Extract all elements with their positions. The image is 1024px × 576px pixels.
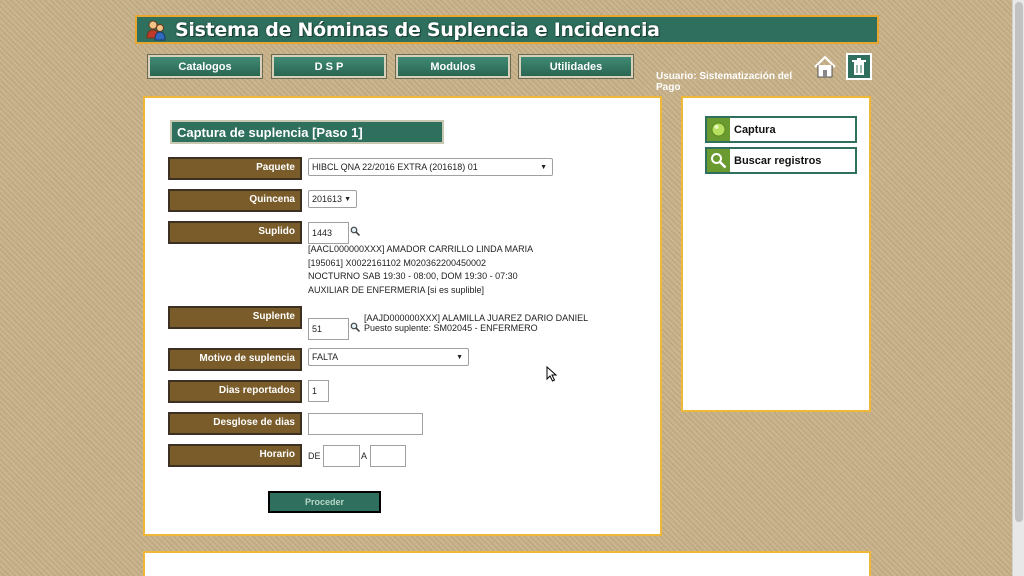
users-icon <box>145 19 167 41</box>
suplente-input[interactable]: 51 <box>308 318 349 340</box>
suplido-detail-4: AUXILIAR DE ENFERMERIA [si es suplible] <box>308 284 485 295</box>
quincena-label: Quincena <box>168 189 302 212</box>
nav-catalogos-button[interactable]: Catalogos <box>147 54 263 79</box>
desglose-label: Desglose de dias <box>168 412 302 435</box>
suplido-label: Suplido <box>168 221 302 244</box>
motivo-value: FALTA <box>312 352 339 362</box>
search-icon[interactable] <box>350 226 360 236</box>
motivo-select[interactable]: FALTA ▼ <box>308 348 469 366</box>
dias-label: Dias reportados <box>168 380 302 403</box>
sidebar-item-label: Captura <box>734 123 776 136</box>
quincena-value: 201613 <box>312 194 343 204</box>
suplido-detail-2: [195061] X0022161102 M020362200450002 <box>308 257 487 268</box>
horario-a-label: A <box>361 451 368 461</box>
horario-de-input[interactable] <box>323 445 360 467</box>
paquete-value: HIBCL QNA 22/2016 EXTRA (201618) 01 <box>312 162 478 172</box>
suplido-detail-1: [AACL000000XXX] AMADOR CARRILLO LINDA MA… <box>308 244 534 254</box>
dias-input[interactable]: 1 <box>308 380 329 402</box>
suplente-detail-1: [AAJD000000XXX] ALAMILLA JUAREZ DARIO DA… <box>364 313 589 323</box>
sidebar-panel: Captura Buscar registros <box>681 96 871 412</box>
quincena-select[interactable]: 201613 ▼ <box>308 190 357 208</box>
search-icon <box>707 149 730 172</box>
proceder-button[interactable]: Proceder <box>268 491 381 513</box>
nav-dsp-button[interactable]: D S P <box>271 54 387 79</box>
paquete-select[interactable]: HIBCL QNA 22/2016 EXTRA (201618) 01 ▼ <box>308 158 553 176</box>
footer-panel <box>143 551 871 576</box>
chevron-down-icon: ▼ <box>344 195 351 203</box>
suplente-detail-2: Puesto suplente: SM02045 - ENFERMERO <box>364 323 538 333</box>
suplido-input[interactable]: 1443 <box>308 222 349 244</box>
user-label: Usuario: Sistematización del Pago <box>656 71 793 93</box>
app-header: Sistema de Nóminas de Suplencia e Incide… <box>135 15 879 44</box>
suplente-label: Suplente <box>168 306 302 329</box>
circle-icon <box>707 118 730 141</box>
sidebar-item-buscar[interactable]: Buscar registros <box>705 147 857 174</box>
mouse-cursor-icon <box>546 366 558 382</box>
chevron-down-icon: ▼ <box>540 163 547 171</box>
trash-icon[interactable] <box>846 53 872 80</box>
sidebar-item-label: Buscar registros <box>734 154 822 167</box>
horario-label: Horario <box>168 444 302 467</box>
form-title: Captura de suplencia [Paso 1] <box>170 120 444 144</box>
horario-de-label: DE <box>308 451 321 461</box>
paquete-label: Paquete <box>168 157 302 180</box>
motivo-label: Motivo de suplencia <box>168 348 302 371</box>
search-icon[interactable] <box>350 322 360 332</box>
home-icon[interactable] <box>812 53 838 80</box>
horario-a-input[interactable] <box>370 445 406 467</box>
app-title: Sistema de Nóminas de Suplencia e Incide… <box>175 18 660 41</box>
chevron-down-icon: ▼ <box>456 353 463 361</box>
main-panel: Captura de suplencia [Paso 1] Paquete HI… <box>143 96 662 536</box>
nav-utilidades-button[interactable]: Utilidades <box>518 54 634 79</box>
nav-modulos-button[interactable]: Modulos <box>395 54 511 79</box>
page-scrollbar[interactable] <box>1012 0 1024 576</box>
suplido-detail-3: NOCTURNO SAB 19:30 - 08:00, DOM 19:30 - … <box>308 271 518 281</box>
desglose-input[interactable] <box>308 413 423 435</box>
sidebar-item-captura[interactable]: Captura <box>705 116 857 143</box>
scrollbar-thumb[interactable] <box>1015 2 1023 522</box>
